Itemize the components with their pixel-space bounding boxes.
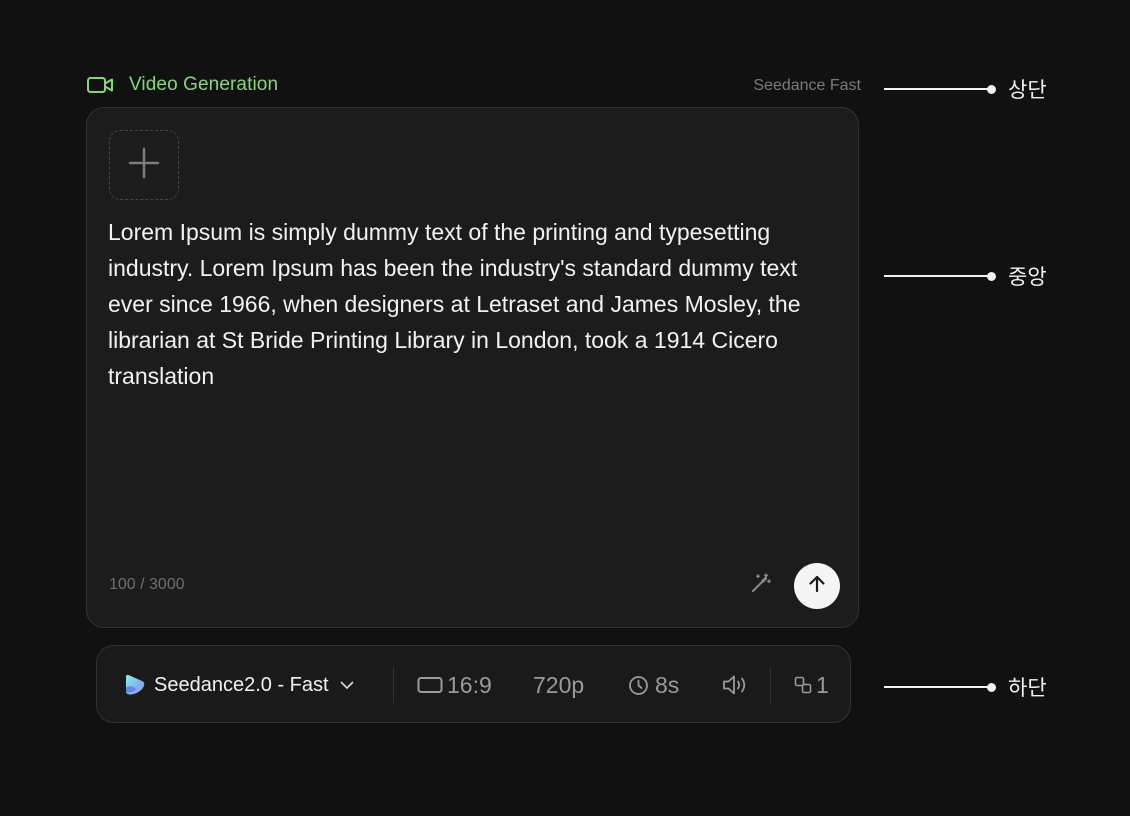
toolbar-divider xyxy=(770,667,771,703)
audio-toggle[interactable] xyxy=(721,646,751,724)
annotation-top-label: 상단 xyxy=(1008,78,1047,102)
callout-line xyxy=(884,275,988,277)
aspect-ratio-icon xyxy=(417,676,443,694)
callout-dot xyxy=(987,84,996,94)
annotation-bottom: 하단 xyxy=(884,672,1047,702)
send-button[interactable] xyxy=(794,563,840,609)
callout-dot xyxy=(987,682,996,692)
seedance-logo-icon xyxy=(123,673,147,697)
magic-wand-icon xyxy=(750,572,772,599)
annotation-middle-label: 중앙 xyxy=(1008,265,1047,289)
callout-dot xyxy=(987,271,996,281)
header-title: Video Generation xyxy=(129,74,279,95)
annotation-middle: 중앙 xyxy=(884,261,1047,291)
settings-toolbar: Seedance2.0 - Fast 16:9 720p 8s 1 xyxy=(96,645,851,723)
header-title-group: Video Generation xyxy=(86,74,278,96)
arrow-up-icon xyxy=(806,573,828,600)
chevron-down-icon xyxy=(339,677,355,693)
add-reference-button[interactable] xyxy=(109,130,179,200)
resolution-selector[interactable]: 720p xyxy=(533,646,584,724)
duration-value: 8s xyxy=(655,671,680,698)
character-count: 100 / 3000 xyxy=(109,576,185,593)
generation-header: Video Generation Seedance Fast xyxy=(86,70,861,102)
aspect-ratio-selector[interactable]: 16:9 xyxy=(417,646,492,724)
annotation-bottom-label: 하단 xyxy=(1008,676,1047,700)
copies-icon xyxy=(794,676,812,694)
annotation-top: 상단 xyxy=(884,74,1047,104)
resolution-value: 720p xyxy=(533,671,585,698)
speaker-icon xyxy=(721,673,751,697)
callout-line xyxy=(884,686,988,688)
prompt-input[interactable]: Lorem Ipsum is simply dummy text of the … xyxy=(108,214,843,394)
duration-selector[interactable]: 8s xyxy=(628,646,679,724)
video-camera-icon xyxy=(86,75,114,95)
output-count-value: 1 xyxy=(816,671,829,698)
aspect-ratio-value: 16:9 xyxy=(447,671,492,698)
clock-icon xyxy=(628,675,649,696)
plus-icon xyxy=(128,147,160,184)
header-model-label: Seedance Fast xyxy=(753,77,861,94)
output-count-selector[interactable]: 1 xyxy=(794,646,829,724)
callout-line xyxy=(884,88,988,90)
toolbar-divider xyxy=(393,667,394,703)
enhance-prompt-button[interactable] xyxy=(749,572,773,599)
model-dropdown[interactable]: Seedance2.0 - Fast xyxy=(123,646,355,724)
model-name: Seedance2.0 - Fast xyxy=(154,673,329,696)
prompt-card: Lorem Ipsum is simply dummy text of the … xyxy=(86,107,859,628)
